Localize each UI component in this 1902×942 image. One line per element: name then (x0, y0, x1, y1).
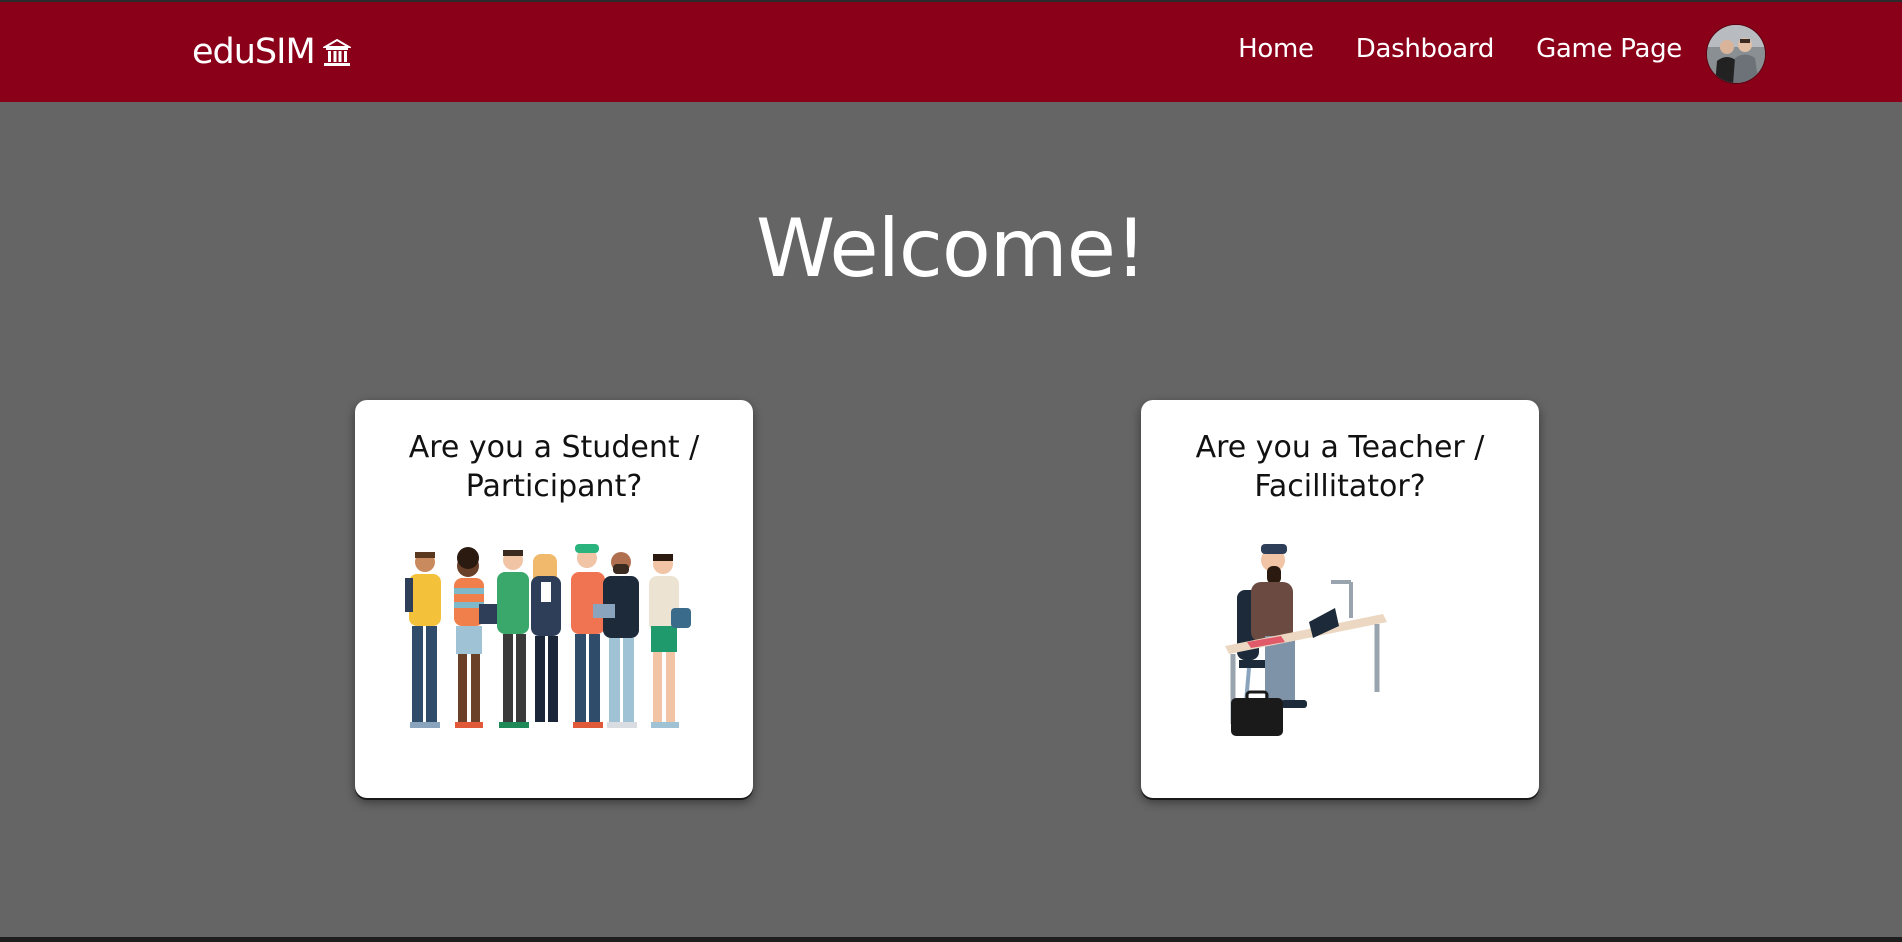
nav-link-game-page[interactable]: Game Page (1536, 34, 1682, 64)
user-avatar[interactable] (1706, 24, 1766, 84)
brand-logo[interactable]: eduSIM (192, 32, 353, 72)
nav-links: Home Dashboard Game Page (1196, 34, 1682, 64)
institution-icon (320, 37, 353, 67)
brand-name: eduSIM (192, 32, 316, 72)
teacher-card-title: Are you a Teacher / Facillitator? (1195, 430, 1485, 504)
students-group-illustration (395, 542, 713, 746)
nav-link-home[interactable]: Home (1238, 34, 1314, 64)
teacher-role-card[interactable]: Are you a Teacher / Facillitator? (1141, 400, 1539, 798)
student-role-card[interactable]: Are you a Student / Participant? (355, 400, 753, 798)
top-navbar: eduSIM Home Dashboard Game Page (0, 0, 1902, 102)
student-card-title: Are you a Student / Participant? (408, 430, 700, 504)
teacher-at-desk-illustration (1181, 542, 1499, 746)
bottom-edge-bar (0, 937, 1902, 942)
page-title: Welcome! (755, 202, 1147, 295)
nav-link-dashboard[interactable]: Dashboard (1356, 34, 1495, 64)
